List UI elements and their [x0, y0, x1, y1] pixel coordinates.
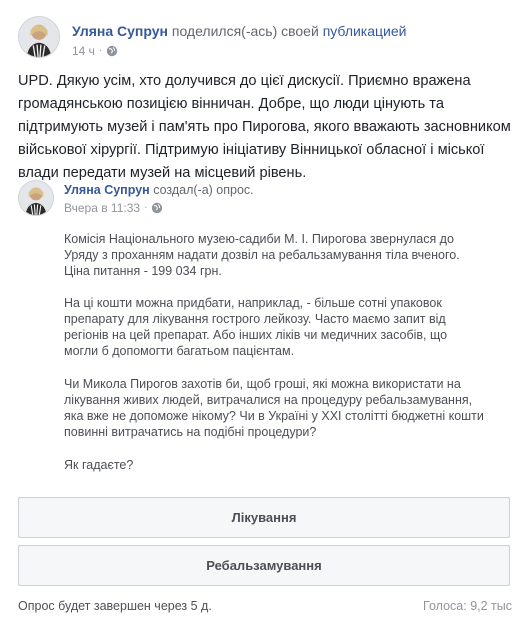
- author-avatar[interactable]: [18, 16, 60, 58]
- shared-author-name[interactable]: Уляна Супрун: [64, 183, 150, 197]
- poll-status: Опрос будет завершен через 5 д.: [18, 599, 212, 613]
- poll-paragraph: На ці кошти можна придбати, наприклад, -…: [64, 296, 448, 358]
- publication-link[interactable]: публикацией: [323, 23, 407, 39]
- shared-post-header: Уляна Супрун создал(-а) опрос.: [64, 182, 254, 198]
- post-header: Уляна Супрун поделился(-ась) своей публи…: [72, 22, 406, 40]
- poll-option-treatment[interactable]: Лікування: [18, 497, 510, 538]
- globe-icon[interactable]: [106, 45, 118, 57]
- author-name[interactable]: Уляна Супрун: [72, 23, 168, 39]
- post-timestamp[interactable]: 14 ч: [72, 43, 95, 59]
- meta-separator: ·: [98, 45, 103, 56]
- shared-action-text: создал(-а) опрос.: [153, 183, 254, 197]
- shared-post-timestamp[interactable]: Вчера в 11:33: [64, 200, 140, 216]
- poll-paragraph: Чи Микола Пирогов захотів би, щоб гроші,…: [64, 377, 484, 439]
- poll-question: Як гадаєте?: [64, 458, 134, 472]
- post-meta: 14 ч ·: [72, 43, 118, 59]
- poll-votes[interactable]: Голоса: 9,2 тыс: [423, 598, 512, 614]
- shared-post-meta: Вчера в 11:33 ·: [64, 200, 163, 216]
- poll-paragraph: Комісія Національного музею-садиби М. І.…: [64, 232, 460, 278]
- poll-option-reembalming[interactable]: Ребальзамування: [18, 545, 510, 586]
- action-text: поделился(-ась) своей: [171, 23, 319, 39]
- shared-meta-separator: ·: [144, 202, 148, 213]
- shared-author-avatar[interactable]: [18, 180, 54, 216]
- globe-icon[interactable]: [151, 202, 163, 214]
- post-text: UPD. Дякую усім, хто долучився до цієї д…: [18, 73, 511, 181]
